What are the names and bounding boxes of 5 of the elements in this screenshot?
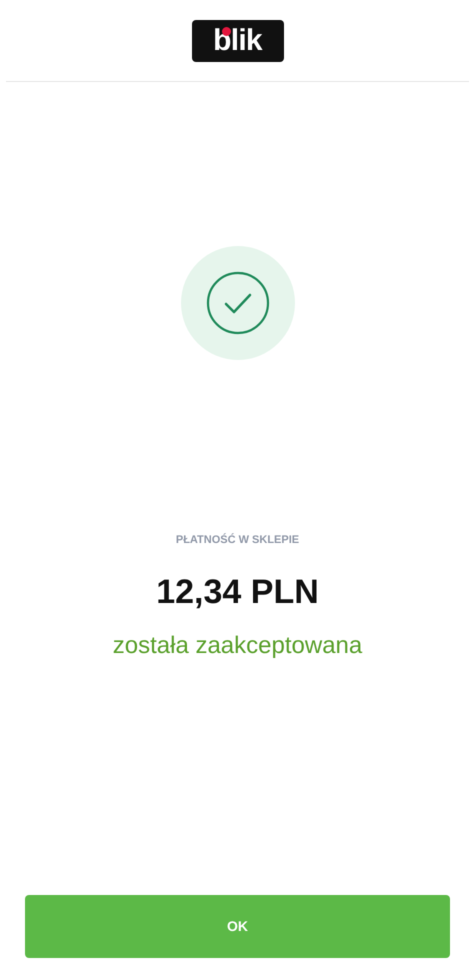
ok-button[interactable]: OK	[25, 895, 450, 958]
brand-logo: blik	[192, 20, 284, 62]
payment-label: PŁATNOŚĆ W SKLEPIE	[176, 532, 300, 548]
amount: 12,34 PLN	[156, 572, 319, 612]
status-message: została zaakceptowana	[112, 630, 362, 660]
